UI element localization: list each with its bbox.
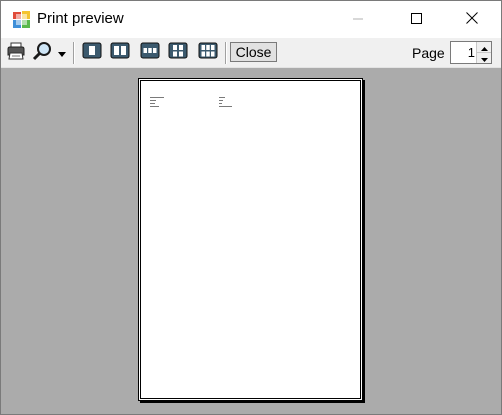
app-icon: [13, 11, 30, 28]
three-pages-icon: [140, 42, 160, 64]
doc-text-line: [150, 97, 164, 98]
preview-page: [138, 78, 363, 401]
one-page-icon: [82, 42, 102, 64]
doc-text-line: [219, 100, 223, 101]
six-pages-icon: [198, 42, 218, 64]
close-button[interactable]: Close: [230, 42, 277, 62]
doc-text-line: [150, 106, 159, 107]
close-icon: [466, 11, 478, 29]
chevron-down-icon: [480, 49, 488, 67]
doc-text-line: [219, 106, 232, 107]
page-label: Page: [412, 45, 445, 61]
minimize-button[interactable]: [335, 1, 381, 38]
four-pages-button[interactable]: [167, 42, 189, 64]
print-preview-window: Print preview Close Page 1: [0, 0, 502, 415]
three-pages-button[interactable]: [139, 42, 161, 64]
spinner-down-button[interactable]: [477, 53, 491, 63]
toolbar: Close Page 1: [1, 38, 501, 68]
printer-icon: [6, 42, 26, 65]
title-bar[interactable]: Print preview: [1, 1, 501, 38]
minimize-icon: [353, 11, 363, 29]
two-pages-icon: [110, 42, 130, 64]
doc-text-line: [150, 103, 155, 104]
two-pages-button[interactable]: [109, 42, 131, 64]
page-number-value[interactable]: 1: [468, 45, 475, 60]
window-title: Print preview: [37, 10, 124, 27]
one-page-button[interactable]: [81, 42, 103, 64]
doc-text-line: [150, 100, 156, 101]
four-pages-icon: [168, 42, 188, 64]
spinner-buttons: [476, 42, 491, 63]
close-window-button[interactable]: [449, 1, 495, 38]
magnifier-icon: [32, 41, 52, 66]
maximize-icon: [410, 11, 422, 29]
dropdown-arrow-icon: [58, 44, 66, 62]
print-button[interactable]: [5, 42, 27, 64]
preview-area[interactable]: [1, 68, 501, 414]
maximize-button[interactable]: [393, 1, 439, 38]
doc-text-line: [219, 103, 222, 104]
page-number-spinner[interactable]: 1: [450, 41, 492, 64]
toolbar-separator: [73, 42, 75, 64]
six-pages-button[interactable]: [197, 42, 219, 64]
page-border: [140, 80, 361, 399]
doc-text-line: [219, 97, 225, 98]
zoom-button[interactable]: [31, 41, 53, 66]
zoom-dropdown-button[interactable]: [56, 42, 68, 64]
toolbar-separator: [225, 42, 227, 64]
